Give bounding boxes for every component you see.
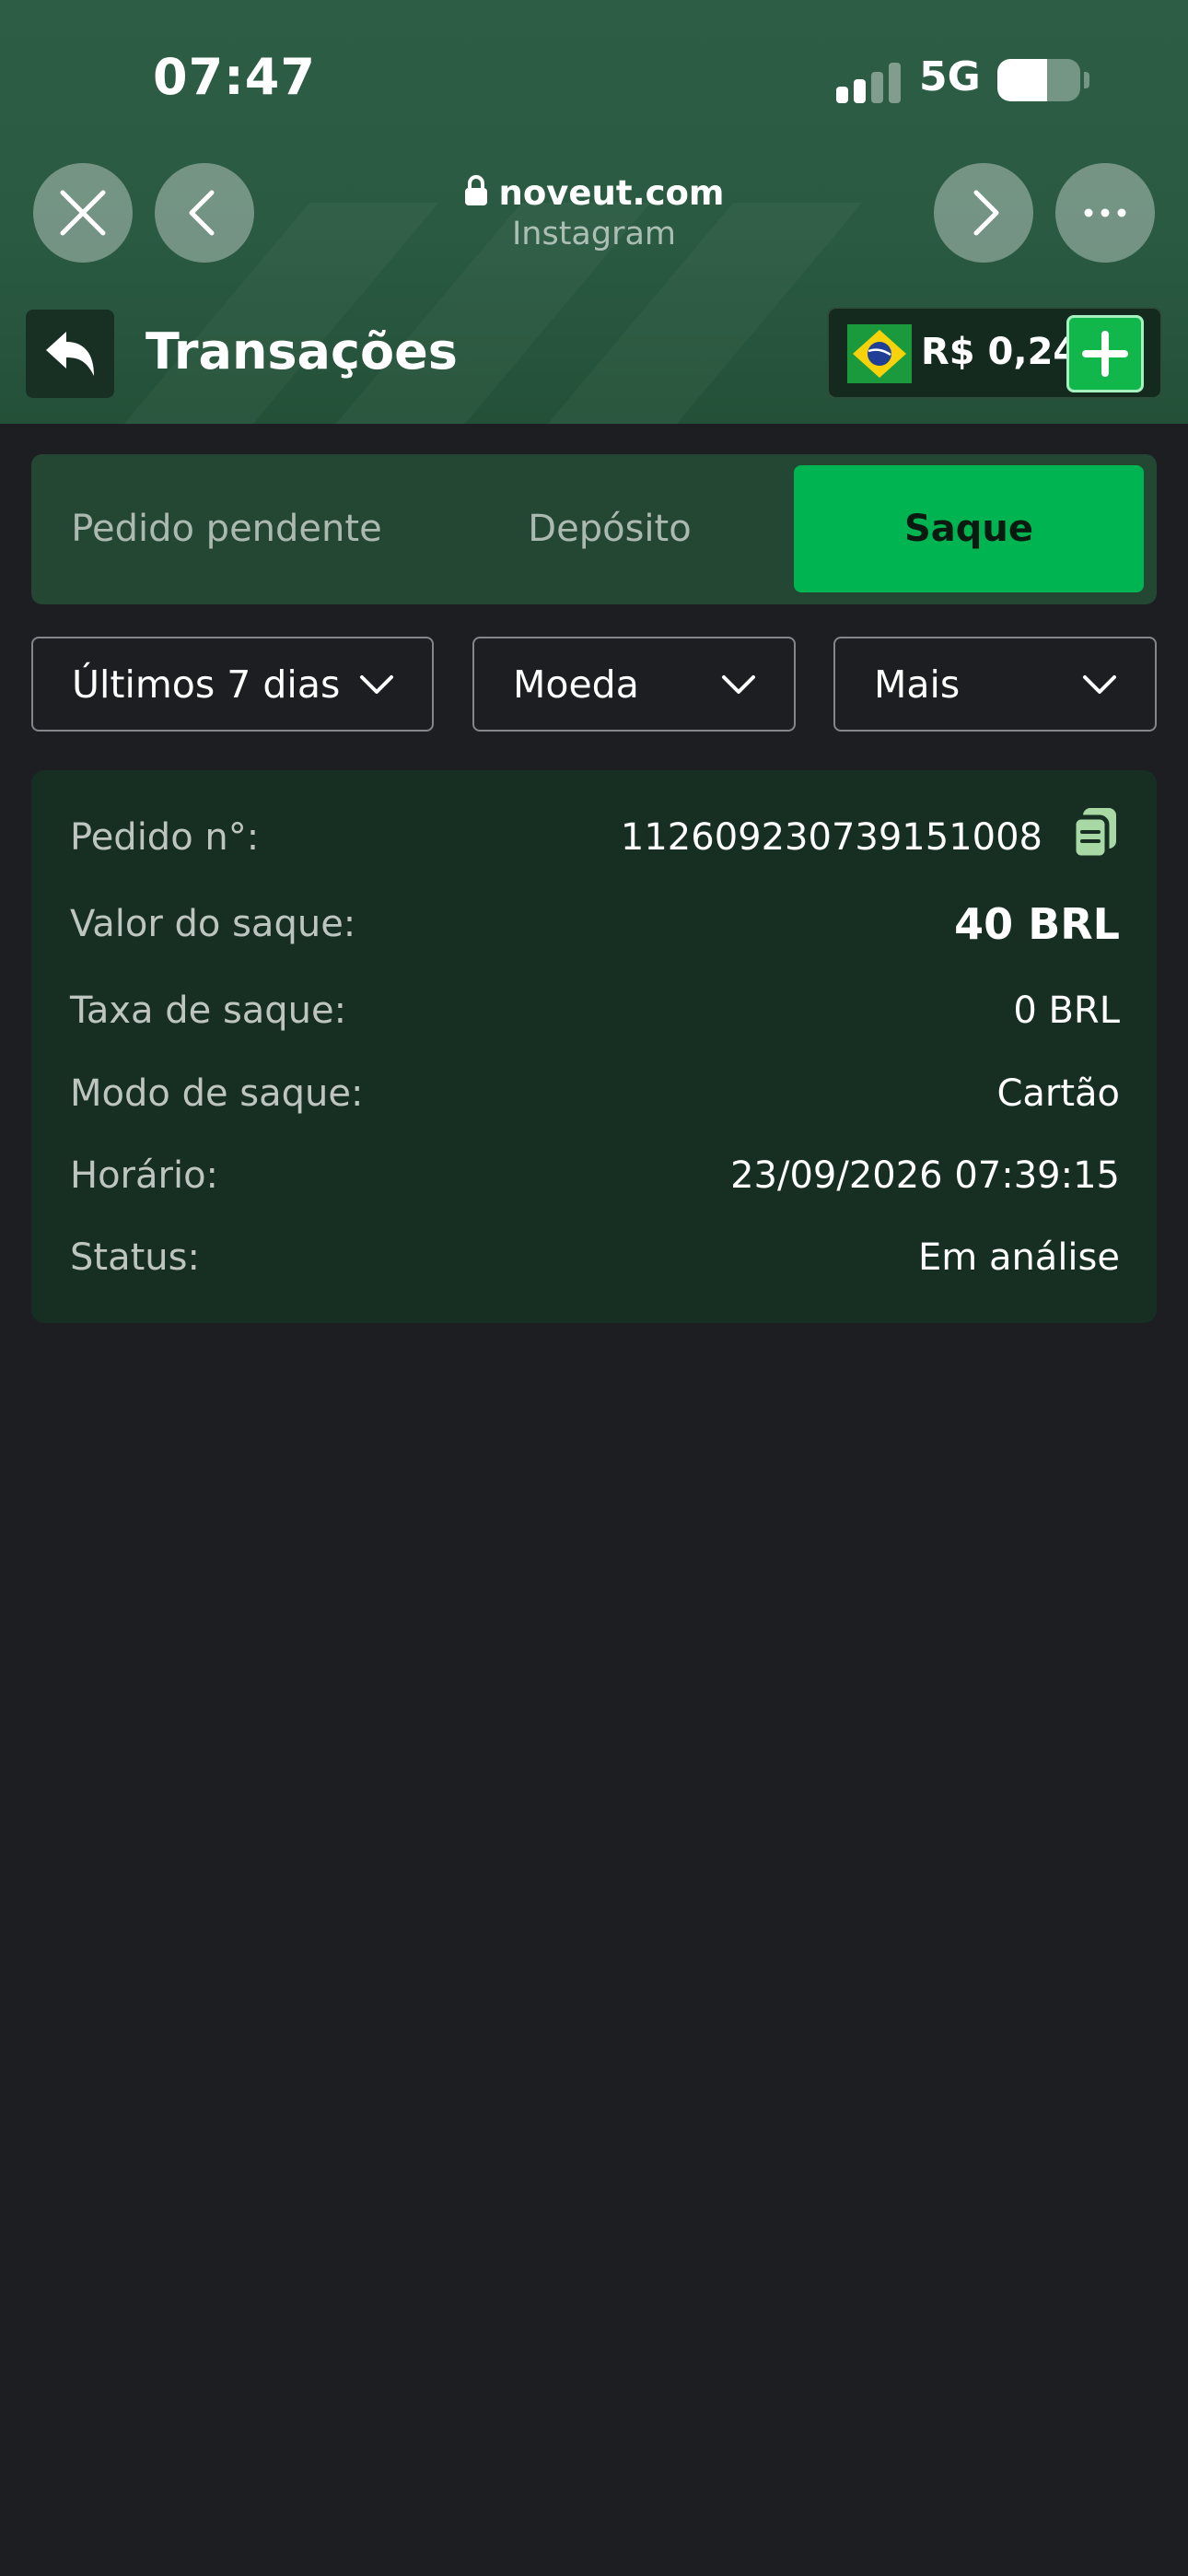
status-value: Em análise — [917, 1236, 1120, 1279]
transaction-type-tabs: Pedido pendente Depósito Saque — [31, 454, 1157, 604]
tab-withdrawal[interactable]: Saque — [794, 465, 1144, 592]
currency-filter[interactable]: Moeda — [472, 637, 796, 732]
time-label: Horário: — [70, 1154, 219, 1197]
time-row: Horário: 23/09/2026 07:39:15 — [70, 1143, 1120, 1208]
order-number-label: Pedido n°: — [70, 816, 260, 859]
withdrawal-amount-value: 40 BRL — [954, 899, 1120, 949]
return-arrow-icon — [46, 332, 94, 376]
withdrawal-method-label: Modo de saque: — [70, 1072, 364, 1115]
page-title: Transações — [146, 322, 458, 381]
battery-level — [997, 59, 1047, 101]
cellular-signal-icon — [836, 61, 901, 103]
header: 07:47 5G noveut.com Instagram Transações… — [0, 0, 1188, 424]
order-number: 112609230739151008 — [620, 816, 1042, 859]
battery-tip — [1084, 72, 1089, 88]
return-button[interactable] — [26, 310, 114, 398]
withdrawal-amount-row: Valor do saque: 40 BRL — [70, 892, 1120, 956]
withdrawal-method-value: Cartão — [996, 1072, 1120, 1115]
period-filter-label: Últimos 7 dias — [72, 662, 341, 707]
more-filter-label: Mais — [874, 662, 961, 707]
withdrawal-fee-value: 0 BRL — [1013, 989, 1120, 1032]
withdrawal-fee-label: Taxa de saque: — [70, 989, 347, 1032]
order-number-row: Pedido n°: 112609230739151008 — [70, 805, 1120, 870]
forward-button[interactable] — [934, 163, 1033, 263]
more-options-button[interactable] — [1055, 163, 1155, 263]
order-number-value: 112609230739151008 — [621, 806, 1120, 869]
copy-icon[interactable] — [1070, 806, 1120, 869]
balance-amount: R$ 0,24 — [921, 331, 1079, 373]
status-time: 07:47 — [153, 48, 316, 106]
status-row: Status: Em análise — [70, 1225, 1120, 1290]
currency-filter-label: Moeda — [513, 662, 639, 707]
more-filter[interactable]: Mais — [833, 637, 1157, 732]
chevron-down-icon — [360, 674, 393, 694]
add-funds-button[interactable] — [1066, 315, 1144, 392]
withdrawal-amount-label: Valor do saque: — [70, 903, 356, 945]
tab-deposit[interactable]: Depósito — [425, 465, 794, 592]
lock-icon — [464, 175, 487, 205]
more-icon — [1084, 208, 1126, 217]
time-value: 23/09/2026 07:39:15 — [730, 1154, 1120, 1197]
withdrawal-method-row: Modo de saque: Cartão — [70, 1061, 1120, 1126]
period-filter[interactable]: Últimos 7 dias — [31, 637, 434, 732]
chevron-down-icon — [722, 674, 755, 694]
forward-arrow-icon — [973, 190, 999, 236]
brazil-flag-icon — [847, 324, 912, 383]
transaction-card: Pedido n°: 112609230739151008 Valor do s… — [31, 770, 1157, 1323]
network-type: 5G — [919, 53, 981, 100]
status-label: Status: — [70, 1236, 200, 1279]
balance-widget: R$ 0,24 — [827, 307, 1162, 399]
battery-icon — [997, 59, 1080, 101]
withdrawal-fee-row: Taxa de saque: 0 BRL — [70, 978, 1120, 1043]
plus-icon — [1082, 331, 1128, 377]
page-domain: noveut.com — [498, 173, 725, 213]
chevron-down-icon — [1083, 674, 1116, 694]
tab-pending-order[interactable]: Pedido pendente — [42, 465, 411, 592]
